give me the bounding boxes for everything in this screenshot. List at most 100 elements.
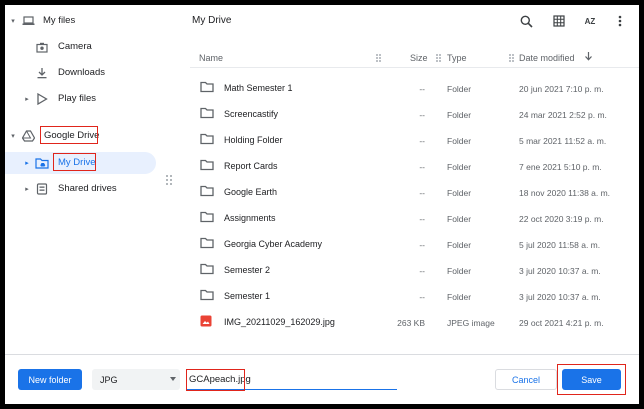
file-date: 29 oct 2021 4:21 p. m. (519, 318, 604, 328)
file-date: 22 oct 2020 3:19 p. m. (519, 214, 604, 224)
column-resize-handle[interactable] (509, 54, 514, 62)
file-row[interactable]: Report Cards -- Folder 7 ene 2021 5:10 p… (190, 153, 639, 179)
file-date: 20 jun 2021 7:10 p. m. (519, 84, 604, 94)
file-date: 3 jul 2020 10:37 a. m. (519, 266, 601, 276)
file-row[interactable]: Screencastify -- Folder 24 mar 2021 2:52… (190, 101, 639, 127)
sort-icon-label: AZ (584, 16, 596, 26)
file-type: Folder (447, 240, 472, 250)
file-type-value: JPG (100, 375, 118, 385)
file-row[interactable]: Assignments -- Folder 22 oct 2020 3:19 p… (190, 205, 639, 231)
chevron-down-icon[interactable]: ▾ (9, 17, 17, 25)
camera-icon (35, 40, 49, 54)
file-row[interactable]: Semester 1 -- Folder 3 jul 2020 10:37 a.… (190, 283, 639, 309)
chevron-right-icon[interactable]: ▸ (23, 159, 31, 167)
column-header-size[interactable]: Size (410, 53, 428, 63)
file-name: Math Semester 1 (224, 83, 293, 93)
highlight-box (40, 126, 98, 144)
column-header-name[interactable]: Name (199, 53, 223, 63)
sidebar-item-downloads[interactable]: Downloads (5, 62, 155, 84)
file-row[interactable]: Holding Folder -- Folder 5 mar 2021 11:5… (190, 127, 639, 153)
file-size: -- (419, 266, 425, 276)
folder-icon (200, 133, 214, 145)
sidebar-item-camera[interactable]: Camera (5, 36, 155, 58)
file-size: -- (419, 110, 425, 120)
file-size: -- (419, 84, 425, 94)
search-icon[interactable] (517, 12, 535, 30)
chevron-down-icon[interactable]: ▾ (9, 132, 17, 140)
column-resize-handle[interactable] (436, 54, 441, 62)
laptop-icon (21, 14, 35, 28)
file-date: 24 mar 2021 2:52 p. m. (519, 110, 607, 120)
file-name: Google Earth (224, 187, 278, 197)
file-name: Screencastify (224, 109, 279, 119)
file-type: Folder (447, 292, 472, 302)
file-name: Holding Folder (224, 135, 283, 145)
file-size: 263 KB (397, 318, 425, 328)
folder-icon (200, 159, 214, 171)
page-title: My Drive (192, 15, 232, 26)
sidebar-item-label: Shared drives (58, 183, 117, 194)
chevron-right-icon[interactable]: ▸ (23, 95, 31, 103)
file-row[interactable]: Georgia Cyber Academy -- Folder 5 jul 20… (190, 231, 639, 257)
shared-drive-icon (35, 182, 49, 196)
highlight-box (53, 153, 96, 171)
file-row[interactable]: IMG_20211029_162029.jpg 263 KB JPEG imag… (190, 309, 639, 335)
column-resize-handle[interactable] (376, 54, 381, 62)
screenshot-border: ▾ My files Camera Downloads ▸ Play files (0, 0, 644, 409)
sidebar-resize-handle[interactable] (166, 175, 172, 185)
file-type: Folder (447, 266, 472, 276)
new-folder-button[interactable]: New folder (18, 369, 82, 390)
chevron-right-icon[interactable]: ▸ (23, 185, 31, 193)
file-name: Georgia Cyber Academy (224, 239, 323, 249)
folder-icon (200, 81, 214, 93)
save-file-dialog: ▾ My files Camera Downloads ▸ Play files (5, 5, 639, 404)
more-options-icon[interactable] (611, 12, 629, 30)
file-name: IMG_20211029_162029.jpg (224, 317, 335, 327)
file-size: -- (419, 292, 425, 302)
sidebar-item-shared-drives[interactable]: ▸ Shared drives (5, 178, 155, 200)
file-type: Folder (447, 136, 472, 146)
dialog-footer: New folder JPG GCApeach.jpg Cancel Save (5, 354, 639, 404)
image-file-icon (200, 315, 214, 327)
sidebar-item-label: Camera (58, 41, 92, 52)
file-row[interactable]: Math Semester 1 -- Folder 20 jun 2021 7:… (190, 75, 639, 101)
highlight-box (557, 364, 626, 395)
file-date: 3 jul 2020 10:37 a. m. (519, 292, 601, 302)
file-type-select[interactable]: JPG (92, 369, 180, 390)
file-date: 5 jul 2020 11:58 a. m. (519, 240, 601, 250)
sidebar-item-label: Play files (58, 93, 97, 104)
sidebar-item-play-files[interactable]: ▸ Play files (5, 88, 155, 110)
folder-icon (200, 107, 214, 119)
folder-icon (200, 185, 214, 197)
highlight-box (186, 369, 245, 391)
file-row[interactable]: Google Earth -- Folder 18 nov 2020 11:38… (190, 179, 639, 205)
file-list-header: Name Size Type Date modified (190, 46, 639, 68)
file-size: -- (419, 162, 425, 172)
cancel-button[interactable]: Cancel (495, 369, 557, 390)
sort-descending-arrow-icon[interactable] (584, 51, 593, 63)
folder-icon (200, 237, 214, 249)
grid-view-icon[interactable] (550, 12, 568, 30)
column-header-type[interactable]: Type (447, 53, 467, 63)
dropdown-arrow-icon (170, 377, 176, 381)
file-type: Folder (447, 110, 472, 120)
download-icon (35, 66, 49, 80)
file-date: 7 ene 2021 5:10 p. m. (519, 162, 602, 172)
sidebar-item-label: Downloads (58, 67, 105, 78)
file-type: JPEG image (447, 318, 495, 328)
folder-icon (200, 289, 214, 301)
folder-icon (200, 211, 214, 223)
file-size: -- (419, 240, 425, 250)
my-drive-folder-icon (35, 156, 49, 170)
file-row[interactable]: Semester 2 -- Folder 3 jul 2020 10:37 a.… (190, 257, 639, 283)
sidebar-item-my-files[interactable]: ▾ My files (5, 10, 155, 32)
file-name: Semester 2 (224, 265, 271, 275)
file-date: 5 mar 2021 11:52 a. m. (519, 136, 607, 146)
folder-icon (200, 263, 214, 275)
sidebar: ▾ My files Camera Downloads ▸ Play files (5, 5, 190, 354)
sort-icon[interactable]: AZ (581, 12, 599, 30)
column-header-date[interactable]: Date modified (519, 53, 575, 63)
sidebar-item-label: My files (43, 15, 76, 26)
google-drive-icon (21, 129, 35, 143)
file-date: 18 nov 2020 11:38 a. m. (519, 188, 611, 198)
